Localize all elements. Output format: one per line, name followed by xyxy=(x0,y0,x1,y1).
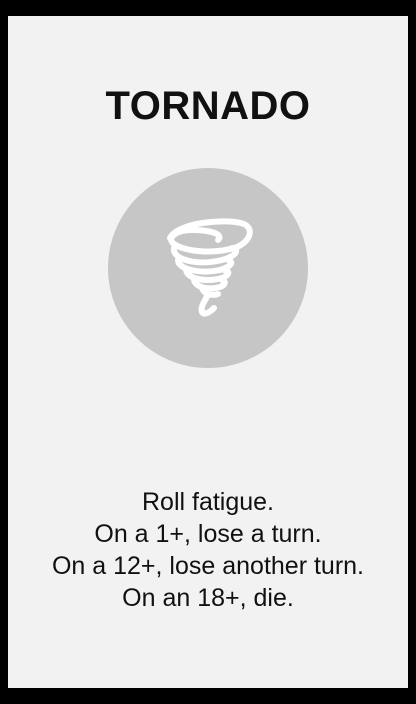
icon-badge xyxy=(108,168,308,368)
rule-line-3: On a 12+, lose another turn. xyxy=(51,552,364,580)
card-title: TORNADO xyxy=(105,84,311,128)
event-card: TORNADO Roll fatigue. On a 1+, lose a tu… xyxy=(8,16,408,688)
tornado-icon xyxy=(167,218,253,317)
rule-line-2: On a 1+, lose a turn. xyxy=(94,520,322,548)
rule-line-1: Roll fatigue. xyxy=(141,488,275,516)
card-description: Roll fatigue. On a 1+, lose a turn. On a… xyxy=(28,486,388,614)
rule-line-4: On an 18+, die. xyxy=(122,584,294,612)
